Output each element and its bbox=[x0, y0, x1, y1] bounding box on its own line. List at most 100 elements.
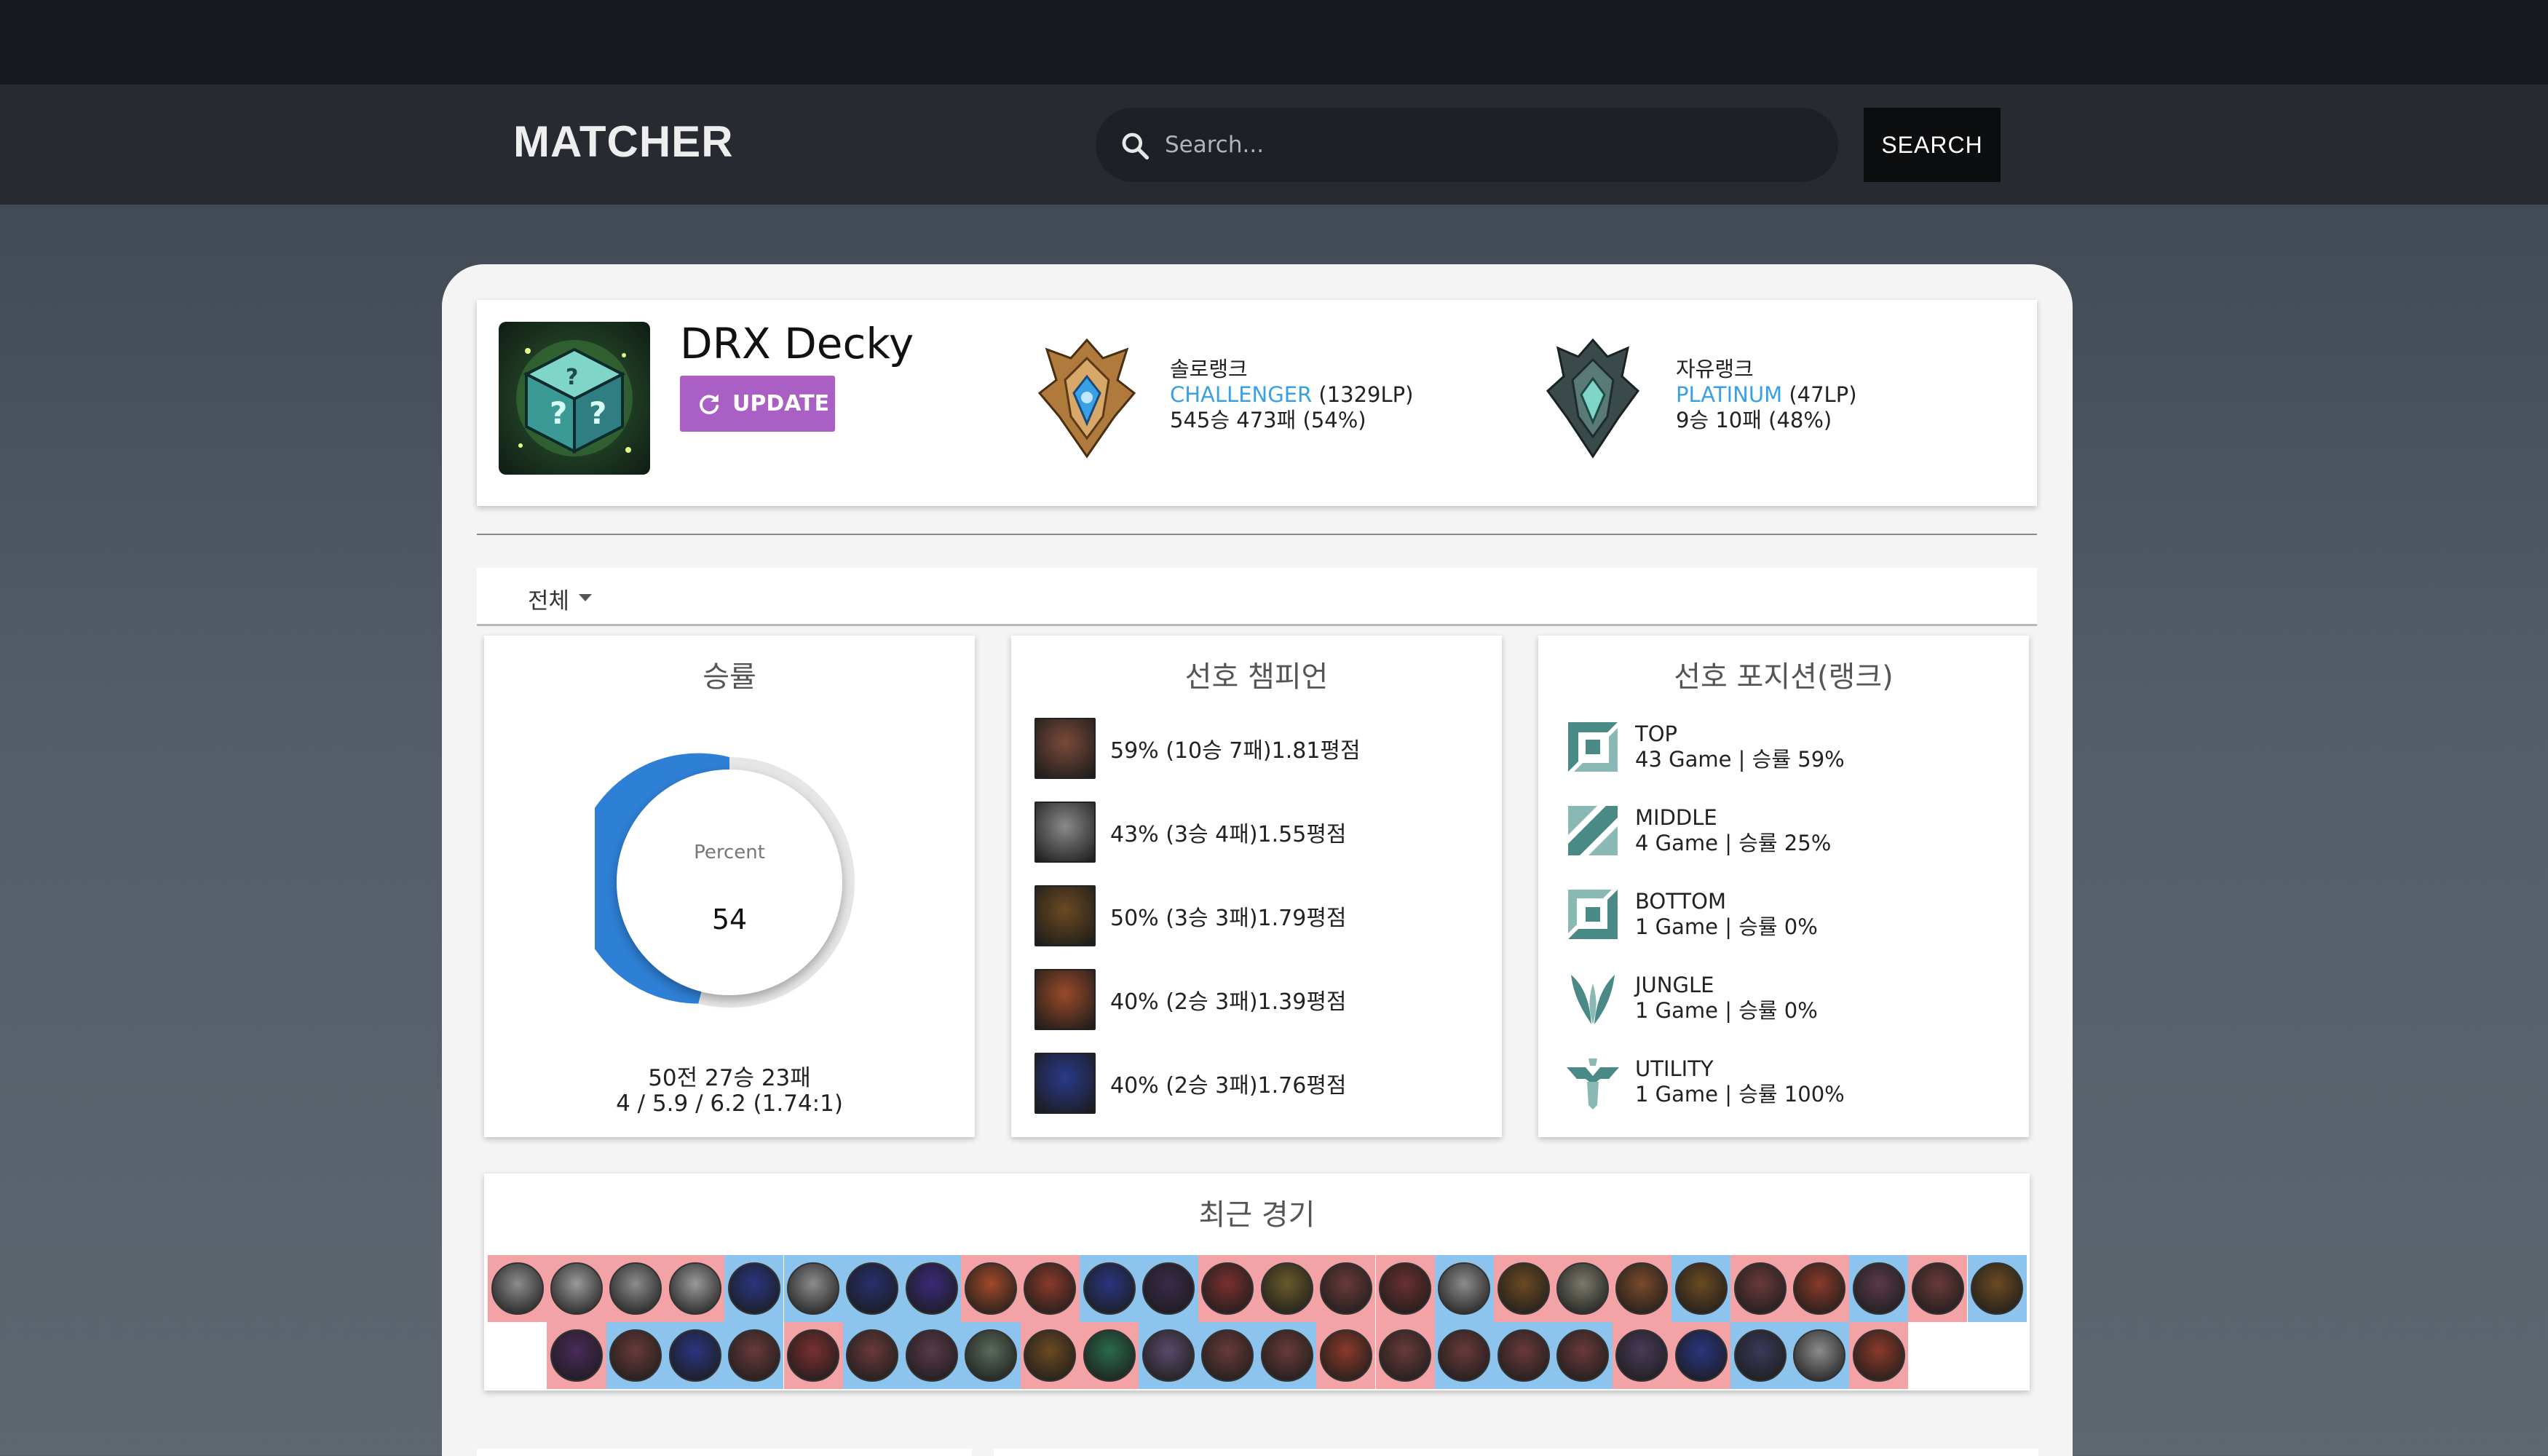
solo-lp: (1329LP) bbox=[1312, 382, 1414, 407]
utility-icon bbox=[1567, 1059, 1619, 1109]
champion-avatar-icon bbox=[965, 1329, 1018, 1382]
match-cell[interactable] bbox=[961, 1322, 1021, 1389]
match-cell[interactable] bbox=[842, 1322, 903, 1389]
champion-avatar-icon bbox=[1674, 1262, 1728, 1315]
champion-avatar-icon bbox=[1438, 1262, 1491, 1315]
champion-avatar-icon bbox=[905, 1329, 958, 1382]
match-cell[interactable] bbox=[1612, 1322, 1671, 1389]
match-cell[interactable] bbox=[1848, 1255, 1909, 1322]
search-input[interactable] bbox=[1165, 108, 1820, 182]
middle-lane-icon bbox=[1568, 806, 1618, 855]
match-cell[interactable] bbox=[842, 1255, 903, 1322]
queue-filter-dropdown[interactable]: 전체 bbox=[528, 582, 569, 615]
match-cell[interactable] bbox=[1434, 1322, 1495, 1389]
match-cell[interactable] bbox=[1080, 1255, 1139, 1322]
match-cell[interactable] bbox=[783, 1322, 843, 1389]
caret-down-icon[interactable] bbox=[579, 594, 592, 601]
divider bbox=[477, 534, 2037, 535]
champion-row[interactable]: 40% (2승 3패)1.76평점 bbox=[1034, 1052, 1347, 1115]
champion-avatar-icon bbox=[846, 1329, 899, 1382]
match-cell[interactable] bbox=[1553, 1255, 1613, 1322]
winrate-title: 승률 bbox=[703, 660, 756, 694]
champion-avatar-icon bbox=[1793, 1329, 1846, 1382]
match-cell[interactable] bbox=[1139, 1322, 1198, 1389]
match-cell[interactable] bbox=[1730, 1322, 1790, 1389]
match-cell[interactable] bbox=[1671, 1322, 1731, 1389]
champion-stats: 40% (2승 3패)1.76평점 bbox=[1110, 1073, 1347, 1099]
top-bar bbox=[0, 0, 2548, 84]
match-cell[interactable] bbox=[1316, 1322, 1376, 1389]
match-cell[interactable] bbox=[902, 1322, 962, 1389]
match-cell[interactable] bbox=[488, 1255, 547, 1322]
match-cell[interactable] bbox=[665, 1255, 725, 1322]
match-cell[interactable] bbox=[783, 1255, 843, 1322]
champion-row[interactable]: 50% (3승 3패)1.79평점 bbox=[1034, 885, 1347, 947]
match-cell[interactable] bbox=[1375, 1322, 1435, 1389]
match-cell[interactable] bbox=[1257, 1322, 1317, 1389]
match-cell[interactable] bbox=[606, 1322, 665, 1389]
profile-icon: ? ? ? bbox=[499, 322, 650, 475]
champion-row[interactable]: 59% (10승 7패)1.81평점 bbox=[1034, 717, 1361, 780]
champion-avatar-icon bbox=[1852, 1262, 1905, 1315]
position-stats: 1 Game | 승률 0% bbox=[1635, 998, 1818, 1023]
match-cell[interactable] bbox=[724, 1322, 784, 1389]
winrate-record: 50전 27승 23패 4 / 5.9 / 6.2 (1.74:1) bbox=[484, 1066, 975, 1117]
queue-filter-bar: 전체 bbox=[477, 568, 2037, 626]
match-cell[interactable] bbox=[606, 1255, 665, 1322]
champion-avatar-icon bbox=[1379, 1262, 1432, 1315]
position-stats: 4 Game | 승률 25% bbox=[1635, 831, 1832, 855]
match-cell[interactable] bbox=[1434, 1255, 1495, 1322]
champion-row[interactable]: 40% (2승 3패)1.39평점 bbox=[1034, 968, 1347, 1031]
match-cell[interactable] bbox=[1080, 1322, 1139, 1389]
challenger-emblem-icon bbox=[1037, 338, 1136, 459]
champion-portrait-icon bbox=[1034, 718, 1096, 779]
match-cell[interactable] bbox=[1198, 1255, 1257, 1322]
match-cell[interactable] bbox=[1494, 1322, 1554, 1389]
match-cell[interactable] bbox=[1316, 1255, 1376, 1322]
search-box[interactable] bbox=[1096, 108, 1838, 182]
favorite-positions-panel: 선호 포지션(랭크) TOP 43 Game | 승률 59% MIDDLE 4 G… bbox=[1538, 636, 2029, 1137]
match-cell[interactable] bbox=[1020, 1322, 1080, 1389]
champion-avatar-icon bbox=[787, 1329, 840, 1382]
match-cell[interactable] bbox=[961, 1255, 1021, 1322]
champion-avatar-icon bbox=[1911, 1262, 1964, 1315]
favorite-champions-title: 선호 챔피언 bbox=[1184, 660, 1329, 694]
champion-avatar-icon bbox=[1024, 1329, 1077, 1382]
match-cell[interactable] bbox=[547, 1322, 606, 1389]
svg-text:?: ? bbox=[550, 395, 567, 431]
match-cell[interactable] bbox=[1020, 1255, 1080, 1322]
platinum-emblem-icon bbox=[1546, 338, 1640, 459]
match-cell[interactable] bbox=[1139, 1255, 1198, 1322]
donut-value: 54 bbox=[711, 903, 748, 935]
match-cell[interactable] bbox=[1612, 1255, 1671, 1322]
champion-avatar-icon bbox=[1319, 1262, 1372, 1315]
match-cell[interactable] bbox=[1848, 1322, 1909, 1389]
champion-row[interactable]: 43% (3승 4패)1.55평점 bbox=[1034, 801, 1347, 863]
flex-tier: PLATINUM bbox=[1676, 382, 1783, 407]
match-cell[interactable] bbox=[1789, 1255, 1849, 1322]
position-row-top: TOP 43 Game | 승률 59% bbox=[1564, 714, 1845, 780]
match-cell[interactable] bbox=[1730, 1255, 1790, 1322]
update-button[interactable]: UPDATE bbox=[680, 376, 835, 432]
match-cell[interactable] bbox=[1908, 1255, 1968, 1322]
match-cell[interactable] bbox=[547, 1255, 606, 1322]
match-cell[interactable] bbox=[1789, 1322, 1849, 1389]
match-cell[interactable] bbox=[1375, 1255, 1435, 1322]
champion-avatar-icon bbox=[668, 1329, 721, 1382]
champion-portrait-icon bbox=[1034, 1053, 1096, 1114]
match-cell[interactable] bbox=[1494, 1255, 1554, 1322]
search-button[interactable]: SEARCH bbox=[1864, 108, 2001, 182]
match-cell[interactable] bbox=[665, 1322, 725, 1389]
match-cell[interactable] bbox=[1671, 1255, 1731, 1322]
solo-tier-line: CHALLENGER (1329LP) bbox=[1170, 382, 1413, 408]
champion-avatar-icon bbox=[668, 1262, 721, 1315]
champion-avatar-icon bbox=[1674, 1329, 1728, 1382]
app-logo[interactable]: MATCHER bbox=[513, 116, 734, 167]
match-cell[interactable] bbox=[1198, 1322, 1257, 1389]
match-cell[interactable] bbox=[1553, 1322, 1613, 1389]
match-cell[interactable] bbox=[724, 1255, 784, 1322]
match-cell[interactable] bbox=[902, 1255, 962, 1322]
match-cell[interactable] bbox=[1257, 1255, 1317, 1322]
champion-avatar-icon bbox=[787, 1262, 840, 1315]
match-cell[interactable] bbox=[1967, 1255, 2027, 1322]
